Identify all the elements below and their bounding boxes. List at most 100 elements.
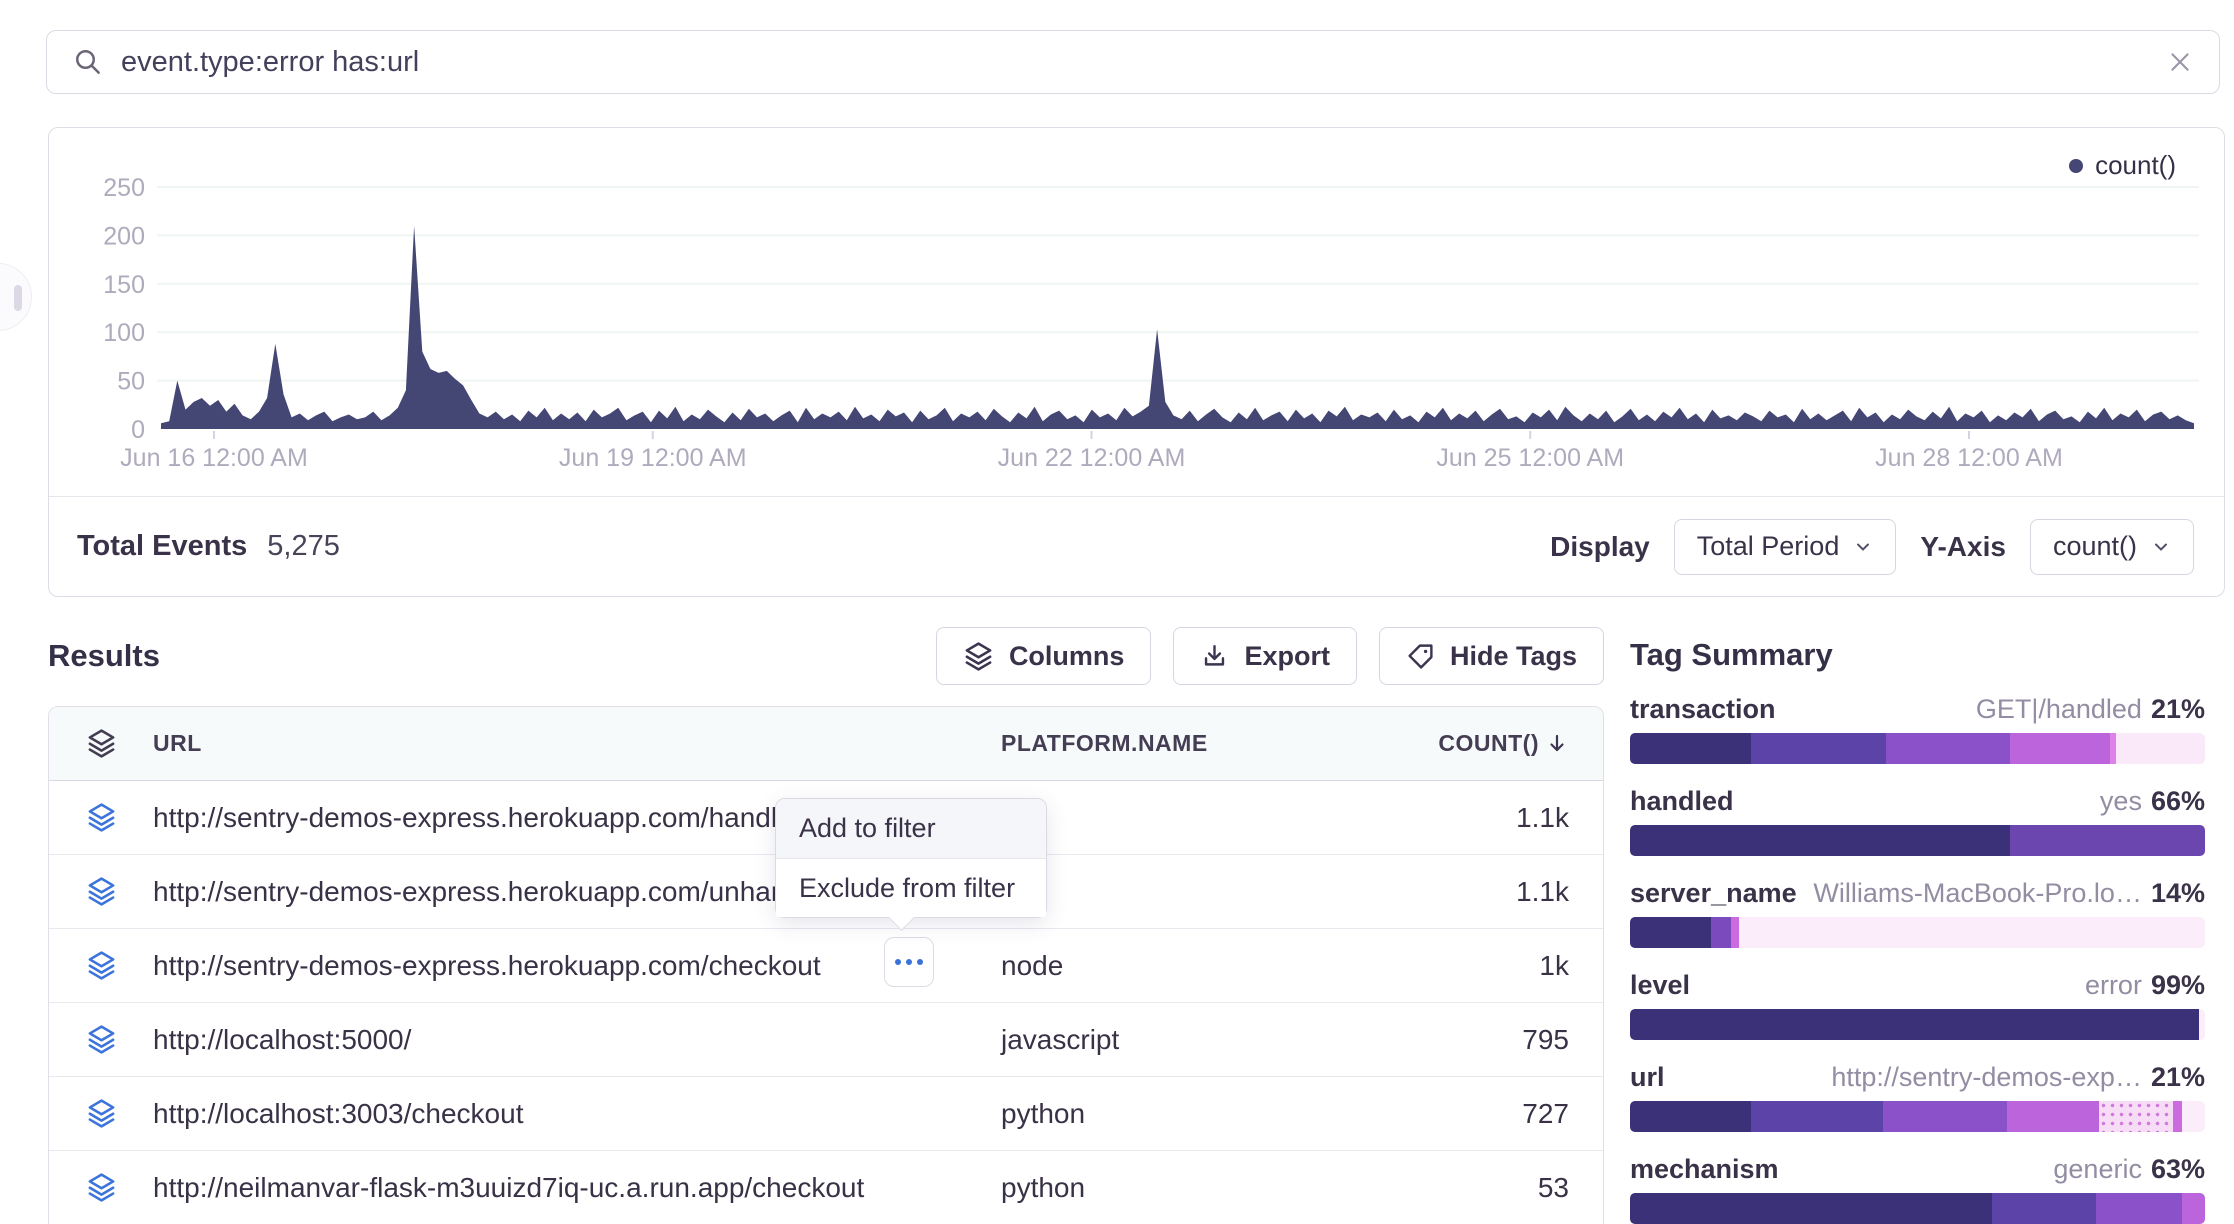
total-events-value: 5,275	[267, 530, 340, 563]
search-bar[interactable]: event.type:error has:url	[46, 30, 2220, 94]
tag-percent: 63%	[2151, 1154, 2205, 1185]
results-table: URLPLATFORM.NAMECOUNT() http://sentry-dem…	[48, 706, 1604, 1224]
table-row: http://neilmanvar-flask-m3uuizd7iq-uc.a.…	[49, 1151, 1603, 1224]
layers-icon	[86, 728, 117, 759]
tag-bar-segment	[1630, 1009, 2199, 1040]
results-header-row: Results ColumnsExportHide Tags	[48, 626, 1604, 686]
y-axis-dropdown-value: count()	[2053, 531, 2137, 562]
download-icon	[1200, 642, 1229, 671]
tag-distribution-bar	[1630, 1101, 2205, 1132]
count-cell: 795	[1353, 1024, 1601, 1056]
menu-item-exclude-from-filter[interactable]: Exclude from filter	[776, 858, 1046, 917]
tag-top-value: generic	[2053, 1154, 2142, 1185]
tag-distribution-bar	[1630, 1009, 2205, 1040]
chevron-down-icon	[2151, 537, 2171, 557]
tag-bar-segment	[2199, 1009, 2205, 1040]
tag-percent: 21%	[2151, 1062, 2205, 1093]
layers-icon	[86, 1098, 117, 1129]
count-cell: 1.1k	[1353, 802, 1601, 834]
columns-button[interactable]: Columns	[936, 627, 1152, 685]
url-cell[interactable]: http://sentry-demos-express.herokuapp.co…	[153, 950, 1001, 982]
tag-distribution-bar	[1630, 825, 2205, 856]
tag-bar-segment	[1630, 733, 1751, 764]
menu-item-add-to-filter[interactable]: Add to filter	[776, 799, 1046, 858]
tag-block-server_name: server_nameWilliams-MacBook-Pro.lo…14%	[1630, 878, 2205, 948]
results-toolbar: Columns Export Hide Tags	[936, 627, 1604, 685]
svg-text:50: 50	[117, 368, 145, 396]
tag-bar-segment	[1630, 1101, 1751, 1132]
tag-percent: 21%	[2151, 694, 2205, 725]
chevron-down-icon	[1853, 537, 1873, 557]
legend-dot-icon	[2069, 159, 2083, 173]
tag-name: transaction	[1630, 694, 1776, 725]
tag-top-value: Williams-MacBook-Pro.lo…	[1813, 878, 2142, 909]
y-axis-label: Y-Axis	[1920, 531, 2006, 563]
tag-bar-segment	[2099, 1101, 2174, 1132]
svg-text:Jun 16 12:00 AM: Jun 16 12:00 AM	[120, 444, 308, 472]
search-input[interactable]: event.type:error has:url	[121, 46, 2167, 79]
search-icon	[73, 47, 103, 77]
tag-summary-title: Tag Summary	[1630, 638, 2205, 672]
layers-icon	[86, 1172, 117, 1203]
tag-bar-segment	[1630, 1193, 1992, 1224]
platform-cell: node	[1001, 950, 1353, 982]
hide-tags-button[interactable]: Hide Tags	[1379, 627, 1604, 685]
svg-text:0: 0	[131, 416, 145, 444]
tag-distribution-bar	[1630, 1193, 2205, 1224]
tag-bar-segment	[1883, 1101, 2007, 1132]
url-cell[interactable]: http://localhost:5000/	[153, 1024, 1001, 1056]
tag-bar-segment	[1739, 917, 2205, 948]
tag-bar-segment	[1711, 917, 1731, 948]
events-chart-panel: 050100150200250Jun 16 12:00 AMJun 19 12:…	[48, 127, 2225, 597]
tag-top-value: GET|/handled	[1976, 694, 2142, 725]
url-cell[interactable]: http://neilmanvar-flask-m3uuizd7iq-uc.a.…	[153, 1172, 1001, 1204]
tag-name: server_name	[1630, 878, 1797, 909]
svg-text:Jun 22 12:00 AM: Jun 22 12:00 AM	[998, 444, 1186, 472]
table-row: http://localhost:3003/checkoutpython727	[49, 1077, 1603, 1151]
tag-bar-segment	[2173, 1101, 2182, 1132]
tag-bar-segment	[1992, 1193, 2096, 1224]
tag-bar-segment	[1630, 917, 1711, 948]
export-button[interactable]: Export	[1173, 627, 1357, 685]
tag-name: url	[1630, 1062, 1665, 1093]
chart-legend: count()	[2069, 150, 2176, 181]
tag-bar-segment	[2010, 825, 2206, 856]
clear-search-icon[interactable]	[2167, 49, 2193, 75]
svg-text:150: 150	[103, 271, 145, 299]
layers-icon	[86, 876, 117, 907]
legend-label: count()	[2095, 150, 2176, 181]
column-header-count[interactable]: COUNT()	[1353, 730, 1601, 757]
count-cell: 727	[1353, 1098, 1601, 1130]
tag-percent: 66%	[2151, 786, 2205, 817]
cell-context-menu: Add to filterExclude from filter	[775, 798, 1047, 918]
tag-bar-segment	[2182, 1193, 2205, 1224]
tag-block-handled: handledyes66%	[1630, 786, 2205, 856]
cell-actions-button[interactable]	[884, 937, 934, 987]
total-events-label: Total Events	[77, 530, 247, 563]
column-header-platform[interactable]: PLATFORM.NAME	[1001, 730, 1353, 757]
sort-desc-icon	[1545, 732, 1569, 756]
svg-text:100: 100	[103, 319, 145, 347]
tag-distribution-bar	[1630, 733, 2205, 764]
tag-bar-segment	[2007, 1101, 2099, 1132]
tag-block-mechanism: mechanismgeneric63%	[1630, 1154, 2205, 1224]
hide-tags-button-label: Hide Tags	[1450, 641, 1577, 672]
tag-block-url: url http://sentry-demos-exp… 21%	[1630, 1062, 2205, 1132]
y-axis-dropdown[interactable]: count()	[2030, 519, 2194, 575]
svg-text:Jun 28 12:00 AM: Jun 28 12:00 AM	[1875, 444, 2063, 472]
display-dropdown[interactable]: Total Period	[1674, 519, 1897, 575]
sidebar-collapse-handle[interactable]	[0, 263, 32, 331]
count-cell: 1.1k	[1353, 876, 1601, 908]
tag-distribution-bar	[1630, 917, 2205, 948]
url-cell[interactable]: http://localhost:3003/checkout	[153, 1098, 1001, 1130]
tag-bar-segment	[1886, 733, 2010, 764]
tag-percent: 99%	[2151, 970, 2205, 1001]
tag-top-value: http://sentry-demos-exp…	[1831, 1062, 2142, 1093]
tag-block-transaction: transaction GET|/handled 21%	[1630, 694, 2205, 764]
tag-top-value: error	[2085, 970, 2142, 1001]
column-header-url[interactable]: URL	[153, 730, 1001, 757]
count-cell: 1k	[1353, 950, 1601, 982]
svg-text:200: 200	[103, 222, 145, 250]
tag-bar-segment	[2096, 1193, 2182, 1224]
drag-pill-icon	[14, 285, 22, 311]
